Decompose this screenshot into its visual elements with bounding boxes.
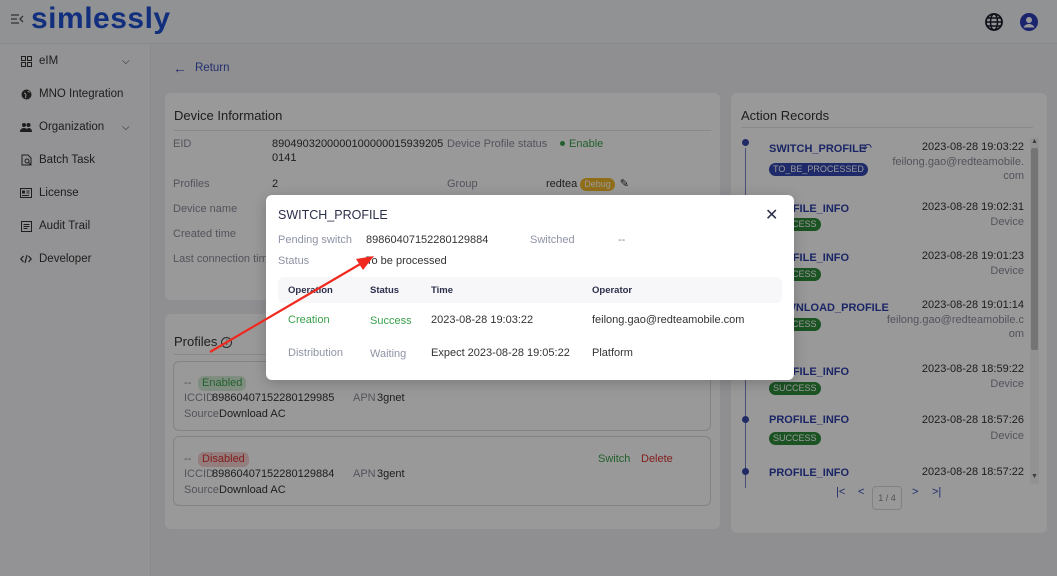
table-cell: Waiting — [370, 348, 407, 360]
table-cell: Platform — [592, 347, 633, 359]
close-icon[interactable]: ✕ — [765, 205, 778, 225]
table-header — [278, 277, 782, 303]
status-value: To be processed — [366, 255, 447, 267]
table-cell: 2023-08-28 19:03:22 — [431, 314, 534, 326]
table-cell: Success — [370, 315, 412, 327]
pending-switch-label: Pending switch — [278, 234, 352, 246]
switch-profile-modal: SWITCH_PROFILE ✕ Pending switch 89860407… — [266, 195, 794, 380]
switched-value: -- — [618, 234, 626, 246]
table-cell: Creation — [288, 314, 330, 326]
status-label: Status — [278, 255, 310, 267]
table-cell: feilong.gao@redteamobile.com — [592, 314, 745, 326]
modal-title: SWITCH_PROFILE — [278, 208, 388, 222]
column-header: Operation — [288, 285, 333, 296]
switched-label: Switched — [530, 234, 575, 246]
column-header: Status — [370, 285, 400, 296]
table-cell: Expect 2023-08-28 19:05:22 — [431, 347, 570, 359]
pending-switch-value: 89860407152280129884 — [366, 234, 489, 246]
column-header: Time — [431, 285, 454, 296]
table-cell: Distribution — [288, 347, 344, 359]
column-header: Operator — [592, 285, 633, 296]
